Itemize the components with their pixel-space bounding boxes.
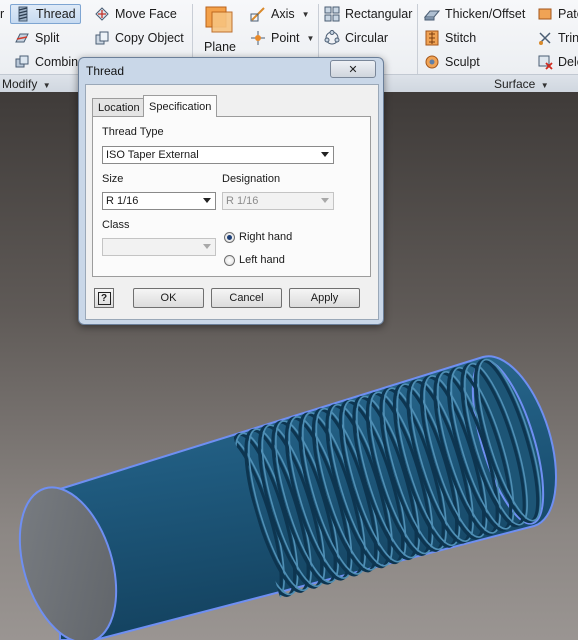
combine-icon: [15, 55, 29, 68]
modify-group-text: Modify: [2, 77, 38, 91]
split-command-label: Split: [35, 31, 60, 45]
thread-icon: [18, 6, 28, 22]
move-face-icon: [95, 7, 109, 21]
thread-command-button[interactable]: Thread: [10, 4, 81, 24]
size-value: R 1/16: [106, 195, 139, 207]
ok-button[interactable]: OK: [133, 288, 204, 308]
point-command-label: Point: [271, 31, 300, 45]
thicken-offset-icon: [424, 10, 440, 21]
sculpt-command-label: Sculpt: [445, 55, 480, 69]
trim-command-label: Trin: [558, 31, 578, 45]
thread-type-value: ISO Taper External: [106, 149, 199, 161]
stitch-icon: [425, 30, 439, 46]
cancel-button-label: Cancel: [229, 292, 264, 304]
patch-icon: [538, 8, 552, 20]
axis-dropdown-arrow-icon[interactable]: ▼: [302, 10, 310, 19]
dialog-titlebar[interactable]: Thread ✕: [79, 58, 383, 84]
axis-command-label: Axis: [271, 7, 295, 21]
combine-command-button[interactable]: Combin: [14, 52, 78, 72]
ok-button-label: OK: [160, 292, 177, 304]
rectangular-pattern-icon: [324, 6, 340, 22]
left-hand-radio[interactable]: Left hand: [224, 254, 285, 266]
plane-icon: [205, 6, 233, 33]
designation-select: R 1/16: [222, 192, 334, 210]
size-label: Size: [102, 173, 124, 185]
point-dropdown-arrow-icon[interactable]: ▼: [307, 34, 315, 43]
delete-face-icon: [538, 55, 553, 70]
circular-pattern-icon: [324, 30, 340, 45]
dialog-body: Location Specification Thread Type ISO T…: [85, 84, 379, 320]
thread-type-select[interactable]: ISO Taper External: [102, 146, 334, 164]
delete-face-command-button[interactable]: Dele: [537, 52, 578, 72]
designation-value: R 1/16: [226, 195, 259, 207]
circular-pattern-button[interactable]: Circular: [324, 28, 388, 48]
stitch-command-button[interactable]: Stitch: [424, 28, 476, 48]
thread-command-label: Thread: [36, 7, 76, 21]
surface-group-arrow-icon: ▼: [540, 81, 549, 90]
chevron-down-icon: [203, 198, 211, 203]
tab-location-label: Location: [98, 102, 140, 114]
tab-specification-label: Specification: [149, 100, 212, 113]
dialog-title: Thread: [86, 64, 125, 78]
point-icon: [251, 31, 265, 45]
close-icon: ✕: [348, 63, 358, 76]
left-hand-label: Left hand: [239, 254, 285, 266]
surface-group-label[interactable]: Surface ▼: [494, 77, 549, 91]
chevron-down-icon: [203, 244, 211, 249]
apply-button-label: Apply: [310, 292, 339, 304]
modify-group-arrow-icon: ▼: [42, 81, 51, 90]
move-face-command-button[interactable]: Move Face: [94, 4, 177, 24]
close-button[interactable]: ✕: [330, 60, 376, 78]
copy-object-icon: [95, 31, 109, 45]
ribbon-clipped-label: r: [0, 7, 5, 21]
thread-type-label: Thread Type: [102, 126, 164, 138]
rectangular-pattern-button[interactable]: Rectangular: [324, 4, 412, 24]
class-label: Class: [102, 219, 130, 231]
radio-unselected-icon: [224, 254, 235, 266]
plane-command-label: Plane: [204, 40, 236, 54]
tab-specification[interactable]: Specification: [143, 95, 218, 117]
radio-selected-icon: [224, 231, 235, 243]
stitch-command-label: Stitch: [445, 31, 477, 45]
thicken-offset-command-label: Thicken/Offset: [445, 7, 526, 21]
circular-pattern-label: Circular: [345, 31, 389, 45]
split-command-button[interactable]: Split: [14, 28, 59, 48]
delete-face-command-label: Dele: [558, 55, 578, 69]
right-hand-radio[interactable]: Right hand: [224, 231, 292, 243]
copy-object-command-label: Copy Object: [115, 31, 184, 45]
right-hand-label: Right hand: [239, 231, 293, 243]
patch-command-label: Pate: [558, 7, 578, 21]
sculpt-command-button[interactable]: Sculpt: [424, 52, 480, 72]
copy-object-command-button[interactable]: Copy Object: [94, 28, 184, 48]
class-select: [102, 238, 216, 256]
trim-command-button[interactable]: Trin: [537, 28, 578, 48]
axis-icon: [250, 7, 265, 22]
sculpt-icon: [425, 55, 439, 69]
combine-command-label: Combin: [35, 55, 79, 69]
thread-dialog: Thread ✕ Location Specification Thread T…: [78, 57, 384, 325]
move-face-command-label: Move Face: [115, 7, 177, 21]
specification-panel: Thread Type ISO Taper External Size R 1/…: [92, 116, 371, 277]
modify-group-label[interactable]: Modify ▼: [2, 77, 51, 91]
size-select[interactable]: R 1/16: [102, 192, 216, 210]
ribbon-separator: [417, 4, 418, 74]
axis-command-button[interactable]: Axis ▼: [250, 4, 310, 24]
surface-group-text: Surface: [494, 77, 536, 91]
chevron-down-icon: [321, 198, 329, 203]
thicken-offset-command-button[interactable]: Thicken/Offset: [424, 4, 525, 24]
help-icon: ?: [97, 291, 111, 305]
tab-location[interactable]: Location: [92, 98, 146, 117]
rectangular-pattern-label: Rectangular: [345, 7, 413, 21]
patch-command-button[interactable]: Pate: [537, 4, 578, 24]
plane-command-button[interactable]: Plane: [198, 4, 240, 56]
point-command-button[interactable]: Point ▼: [250, 28, 314, 48]
split-icon: [15, 33, 29, 43]
ribbon-clipped-command[interactable]: r: [0, 4, 4, 24]
cancel-button[interactable]: Cancel: [211, 288, 282, 308]
apply-button[interactable]: Apply: [289, 288, 360, 308]
designation-label: Designation: [222, 173, 281, 185]
help-button[interactable]: ?: [94, 288, 114, 308]
trim-icon: [539, 32, 551, 45]
chevron-down-icon: [321, 152, 329, 157]
